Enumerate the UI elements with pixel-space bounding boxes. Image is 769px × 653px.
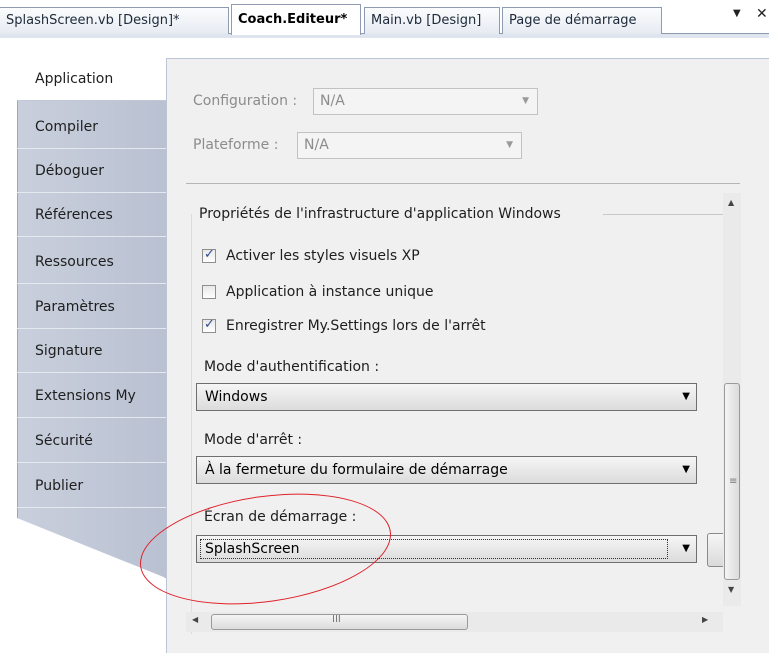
chevron-down-icon: ▼ — [682, 391, 690, 402]
tab-start-page[interactable]: Page de démarrage — [502, 7, 662, 34]
sidebar-item-securite[interactable]: Sécurité — [17, 420, 166, 463]
tab-strip-fill — [0, 34, 769, 38]
save-settings-checkbox[interactable]: ✓ — [202, 317, 216, 333]
scroll-left-arrow-icon[interactable]: ◀ — [192, 615, 198, 624]
tab-splashscreen-design[interactable]: SplashScreen.vb [Design]* — [0, 7, 229, 34]
chevron-down-icon: ▼ — [506, 140, 513, 150]
group-title-line — [603, 214, 723, 215]
chevron-down-icon: ▼ — [682, 464, 690, 475]
shutdown-mode-value: À la fermeture du formulaire de démarrag… — [205, 462, 508, 478]
scroll-up-arrow-icon[interactable]: ▲ — [728, 198, 734, 207]
platform-select: N/A ▼ — [297, 132, 522, 159]
scroll-grip-icon: ≡ — [729, 476, 738, 487]
scroll-down-arrow-icon[interactable]: ▼ — [728, 585, 734, 594]
scroll-grip-icon: III — [332, 614, 341, 625]
save-settings-checkbox-row[interactable]: ✓ Enregistrer My.Settings lors de l'arrê… — [202, 317, 486, 334]
sidebar-item-deboguer[interactable]: Déboguer — [17, 150, 166, 193]
auth-mode-select[interactable]: Windows ▼ — [196, 383, 697, 411]
shutdown-mode-select[interactable]: À la fermeture du formulaire de démarrag… — [196, 456, 697, 484]
configuration-select: N/A ▼ — [313, 88, 538, 115]
auth-mode-value: Windows — [205, 389, 268, 405]
sidebar-item-compiler[interactable]: Compiler — [17, 106, 166, 149]
vertical-scroll-thumb[interactable]: ≡ — [724, 383, 740, 580]
platform-label: Plateforme : — [193, 137, 279, 153]
xp-styles-label: Activer les styles visuels XP — [226, 248, 420, 264]
sidebar-item-parametres[interactable]: Paramètres — [17, 286, 166, 329]
single-instance-checkbox-row[interactable]: Application à instance unique — [202, 284, 433, 300]
single-instance-checkbox[interactable] — [202, 285, 216, 299]
horizontal-scrollbar[interactable]: ◀ III ▶ — [186, 612, 723, 632]
configuration-label: Configuration : — [193, 93, 298, 109]
document-tab-strip: SplashScreen.vb [Design]* Coach.Editeur*… — [0, 0, 769, 38]
sidebar-item-ressources[interactable]: Ressources — [17, 241, 166, 284]
configuration-value: N/A — [320, 93, 345, 109]
vertical-scrollbar[interactable]: ▲ ≡ ▼ — [723, 193, 741, 606]
sidebar-item-extensions-my[interactable]: Extensions My — [17, 375, 166, 418]
section-separator — [186, 183, 740, 184]
tab-main-design[interactable]: Main.vb [Design] — [364, 7, 500, 34]
sidebar-item-publier[interactable]: Publier — [17, 465, 166, 508]
chevron-down-icon: ▼ — [522, 96, 529, 106]
checkmark-icon: ✓ — [204, 247, 215, 262]
sidebar-item-signature[interactable]: Signature — [17, 330, 166, 373]
shutdown-mode-label: Mode d'arrêt : — [204, 432, 303, 448]
xp-styles-checkbox-row[interactable]: ✓ Activer les styles visuels XP — [202, 247, 420, 264]
tab-overflow-icon[interactable]: ▼ — [733, 8, 741, 19]
horizontal-scroll-thumb[interactable]: III — [211, 614, 468, 630]
scroll-right-arrow-icon[interactable]: ▶ — [702, 615, 708, 624]
close-icon[interactable]: ✕ — [756, 6, 768, 22]
checkmark-icon: ✓ — [204, 317, 215, 332]
platform-value: N/A — [304, 137, 329, 153]
chevron-down-icon: ▼ — [682, 543, 690, 554]
single-instance-label: Application à instance unique — [226, 284, 434, 300]
xp-styles-checkbox[interactable]: ✓ — [202, 247, 216, 263]
sidebar-item-references[interactable]: Références — [17, 194, 166, 237]
save-settings-label: Enregistrer My.Settings lors de l'arrêt — [226, 318, 486, 334]
tab-coach-editeur[interactable]: Coach.Editeur* — [231, 4, 361, 35]
framework-group-title: Propriétés de l'infrastructure d'applica… — [199, 206, 561, 222]
auth-mode-label: Mode d'authentification : — [204, 359, 380, 375]
sidebar-item-application[interactable]: Application — [17, 58, 166, 101]
